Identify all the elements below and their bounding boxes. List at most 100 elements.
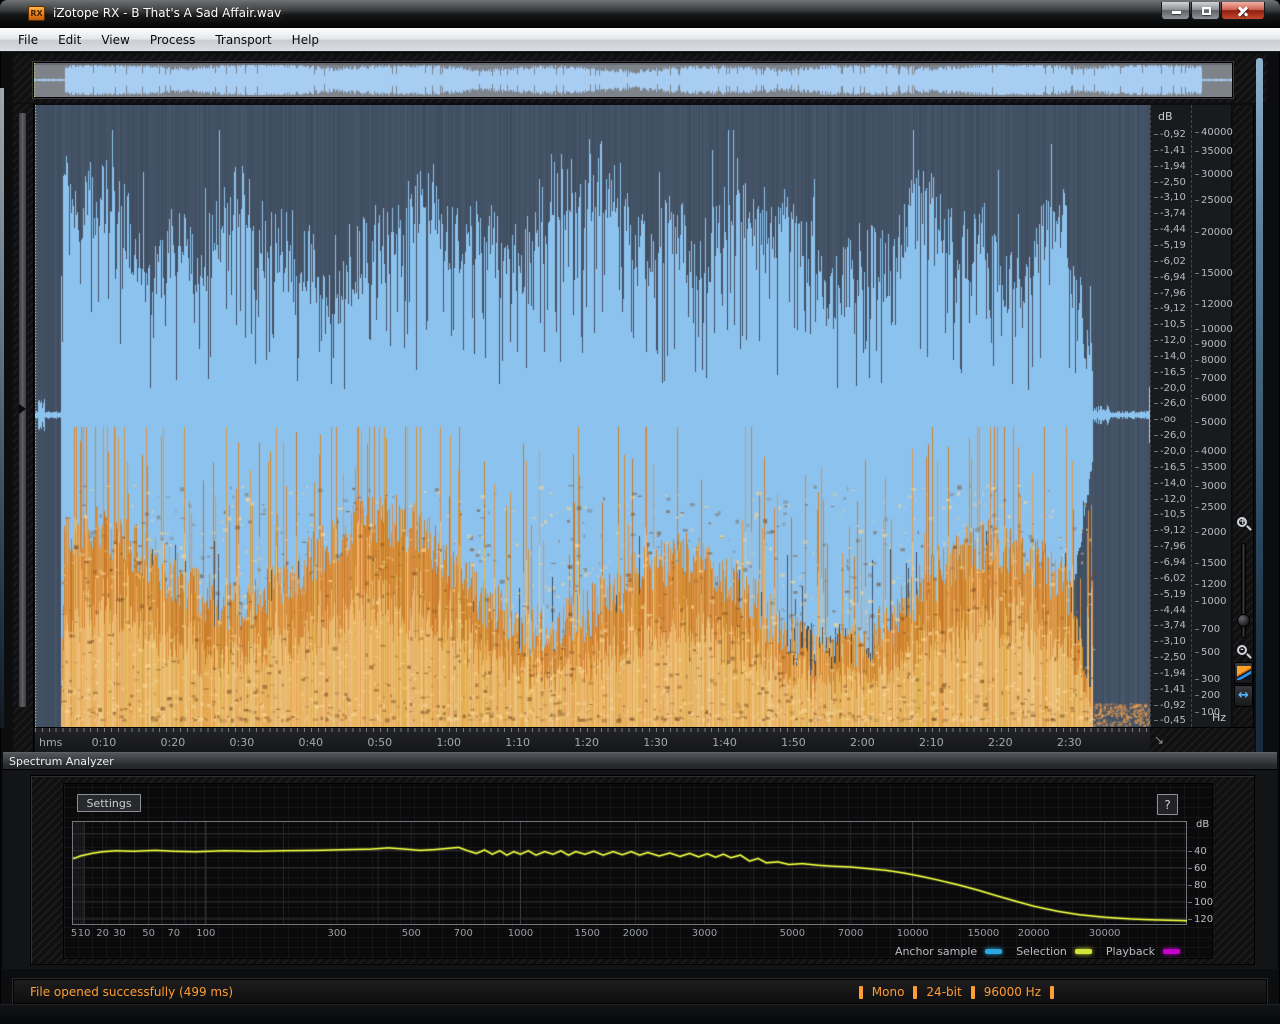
- spectrum-freq-tick: 20000: [1018, 928, 1050, 939]
- status-separator: [913, 986, 917, 999]
- spectrum-db-axis: dB 406080100120: [1188, 815, 1214, 931]
- time-tick: 2:10: [919, 736, 944, 749]
- spectrum-freq-tick: 1500: [575, 928, 600, 939]
- spectrum-freq-tick: 70: [167, 928, 180, 939]
- maximize-button[interactable]: [1191, 2, 1220, 20]
- settings-button[interactable]: Settings: [77, 794, 141, 812]
- hz-tick: 1000: [1195, 597, 1226, 607]
- help-button[interactable]: ?: [1157, 794, 1178, 815]
- status-bar: File opened successfully (499 ms) Mono 2…: [13, 979, 1267, 1004]
- spectrum-freq-tick: 1000: [508, 928, 533, 939]
- db-tick: -14,0: [1154, 352, 1186, 362]
- close-button[interactable]: [1221, 2, 1265, 20]
- menu-item-help[interactable]: Help: [282, 30, 329, 50]
- status-channels: Mono: [872, 985, 905, 999]
- legend-item-selection: Selection: [1016, 945, 1092, 958]
- window-left-glass-edge: [0, 88, 4, 728]
- hz-tick: 500: [1195, 648, 1220, 658]
- hz-tick: 3500: [1195, 463, 1226, 473]
- spectrum-db-unit: dB: [1196, 819, 1209, 830]
- window-title: iZotope RX - B That's A Sad Affair.wav: [53, 6, 281, 20]
- horizontal-zoom-button[interactable]: ↔: [1234, 685, 1253, 707]
- spectrum-legend: Anchor sampleSelectionPlayback: [895, 944, 1180, 958]
- db-tick: -2,50: [1154, 178, 1186, 188]
- time-tick: 1:50: [781, 736, 806, 749]
- spectrum-freq-tick: 15000: [967, 928, 999, 939]
- spectrum-db-tick: 40: [1188, 847, 1207, 857]
- db-tick: -9,12: [1154, 304, 1186, 314]
- menu-item-file[interactable]: File: [8, 30, 48, 50]
- status-separator: [1050, 986, 1054, 999]
- app-icon-rx: RX: [28, 6, 45, 21]
- hz-tick: 6000: [1195, 394, 1226, 404]
- left-scrollbar[interactable]: [13, 104, 34, 752]
- menu-bar: FileEditViewProcessTransportHelp: [0, 28, 1280, 52]
- spectrogram-canvas[interactable]: [35, 105, 1150, 727]
- spectrum-freq-tick: 30000: [1089, 928, 1121, 939]
- spectrum-db-tick: 100: [1188, 898, 1213, 908]
- zoom-controls: + - ↔: [1233, 105, 1254, 752]
- time-tick: 0:30: [229, 736, 254, 749]
- minimize-button[interactable]: [1161, 2, 1190, 20]
- db-scale[interactable]: dB -0,92-1,41-1,94-2,50-3,10-3,74-4,44-5…: [1150, 105, 1191, 727]
- spectrogram-waveform-blend-button[interactable]: [1234, 662, 1253, 684]
- spectrum-graph[interactable]: [72, 821, 1187, 925]
- hz-tick: 300: [1195, 675, 1220, 685]
- title-bar[interactable]: RX iZotope RX - B That's A Sad Affair.wa…: [0, 0, 1280, 28]
- window-right-glass-edge: [1256, 58, 1263, 754]
- hz-tick: 3000: [1195, 482, 1226, 492]
- zoom-slider[interactable]: [1241, 543, 1246, 638]
- db-tick: -10,5: [1154, 320, 1186, 330]
- status-sample-rate: 96000 Hz: [984, 985, 1041, 999]
- hz-scale-unit: Hz: [1212, 711, 1226, 724]
- db-tick: -3,10: [1154, 193, 1186, 203]
- minimize-icon: [1172, 11, 1181, 14]
- menu-item-transport[interactable]: Transport: [205, 30, 281, 50]
- db-tick: -20,0: [1154, 447, 1186, 457]
- db-tick: -3,74: [1154, 209, 1186, 219]
- overview-strip[interactable]: [33, 62, 1233, 98]
- menu-item-edit[interactable]: Edit: [48, 30, 91, 50]
- db-tick: -1,41: [1154, 146, 1186, 156]
- hz-tick: 8000: [1195, 356, 1226, 366]
- zoom-in-icon[interactable]: +: [1237, 517, 1247, 527]
- hz-tick: 40000: [1195, 128, 1233, 138]
- spectrum-freq-tick: 10000: [897, 928, 929, 939]
- status-separator: [971, 986, 975, 999]
- spectrum-analyzer-title[interactable]: Spectrum Analyzer: [3, 752, 1277, 769]
- db-tick: -6,02: [1154, 574, 1186, 584]
- zoom-slider-thumb[interactable]: [1237, 614, 1250, 627]
- hz-tick: 30000: [1195, 170, 1233, 180]
- db-tick: -2,50: [1154, 653, 1186, 663]
- db-tick: -16,5: [1154, 368, 1186, 378]
- time-tick: 1:30: [643, 736, 668, 749]
- time-tick: 1:20: [574, 736, 599, 749]
- menu-item-process[interactable]: Process: [140, 30, 206, 50]
- time-ruler[interactable]: hms 0:100:200:300:400:501:001:101:201:30…: [35, 727, 1150, 752]
- db-tick: -7,96: [1154, 289, 1186, 299]
- hz-tick: 20000: [1195, 228, 1233, 238]
- spectrum-freq-tick: 300: [327, 928, 346, 939]
- db-tick: -6,94: [1154, 558, 1186, 568]
- db-tick: -3,10: [1154, 637, 1186, 647]
- overview-waveform-canvas[interactable]: [34, 63, 1232, 97]
- hz-tick: 200: [1195, 691, 1220, 701]
- hz-tick: 15000: [1195, 269, 1233, 279]
- hz-scale[interactable]: 4000035000300002500020000150001200010000…: [1191, 105, 1232, 727]
- app-window: RX iZotope RX - B That's A Sad Affair.wa…: [0, 0, 1280, 1024]
- db-tick: -12,0: [1154, 336, 1186, 346]
- spectrum-db-tick: 60: [1188, 864, 1207, 874]
- menu-item-view[interactable]: View: [91, 30, 139, 50]
- time-tick: 1:40: [712, 736, 737, 749]
- zoom-out-icon[interactable]: -: [1237, 645, 1247, 655]
- hz-tick: 12000: [1195, 300, 1233, 310]
- hz-tick: 1500: [1195, 559, 1226, 569]
- spectrum-freq-tick: 7000: [838, 928, 863, 939]
- hz-tick: 7000: [1195, 374, 1226, 384]
- db-tick: -7,96: [1154, 542, 1186, 552]
- hz-tick: 700: [1195, 625, 1220, 635]
- legend-item-anchor-sample: Anchor sample: [895, 945, 1002, 958]
- window-bottom-frame: [0, 1004, 1280, 1024]
- playhead-marker[interactable]: [19, 404, 26, 414]
- ruler-corner: ↘: [1150, 727, 1254, 752]
